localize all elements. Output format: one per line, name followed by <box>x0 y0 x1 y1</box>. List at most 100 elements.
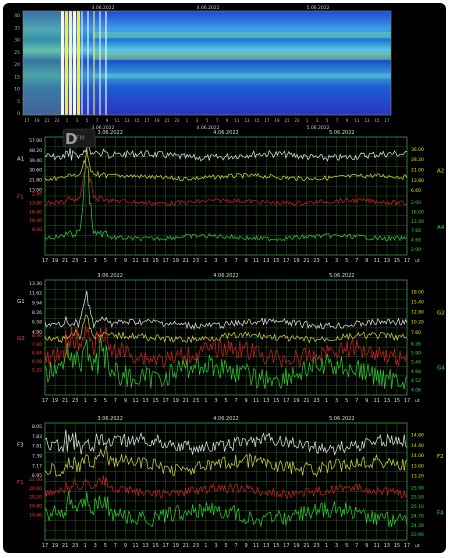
x-tick-label: 11 <box>253 258 259 264</box>
left-tick-red: 13.00 <box>29 200 42 206</box>
left-tick-white: 7.83 <box>32 434 42 440</box>
x-tick-label: 17 <box>404 258 410 264</box>
x-tick-label: 9 <box>365 543 368 549</box>
x-tick-label: 7 <box>355 398 358 404</box>
spectrogram-hour-tick: 13 <box>124 118 130 123</box>
right-tick-yellow: 10.20 <box>411 320 424 326</box>
left-tick-red: 19.40 <box>29 512 42 518</box>
spectrogram-hour-tick: 7 <box>216 118 219 123</box>
left-axis-label-1: G1 <box>17 299 25 305</box>
right-tick-green: 25.50 <box>411 495 424 501</box>
spectrogram-hour-tick: 9 <box>346 118 349 123</box>
x-unit-label: ut <box>415 398 420 404</box>
x-tick-label: 9 <box>124 543 127 549</box>
spectrogram-hour-tick: 1 <box>186 118 189 123</box>
x-tick-label: 3 <box>94 258 97 264</box>
spectrogram-y-tick: 5 <box>17 99 20 105</box>
spectrogram-y-tick: 30 <box>14 38 20 44</box>
spectrogram-hour-tick: 5 <box>206 118 209 123</box>
left-tick-red: 21.00 <box>29 477 42 483</box>
spectrogram-hour-tick: 3 <box>76 118 79 123</box>
x-tick-label: 11 <box>374 398 380 404</box>
right-axis-label-2: A4 <box>437 225 445 231</box>
x-tick-label: 5 <box>345 258 348 264</box>
right-tick-green: 2.00 <box>411 200 421 206</box>
x-tick-label: 15 <box>152 398 158 404</box>
panel-date-label: 5.06.2022 <box>329 416 354 422</box>
left-tick-white: 39.40 <box>29 158 42 164</box>
x-tick-label: 1 <box>204 543 207 549</box>
right-tick-green: 13.40 <box>411 219 424 225</box>
spectrogram-hour-tick: 11 <box>354 118 360 123</box>
left-axis-label-2: G3 <box>17 336 25 342</box>
x-tick-label: 17 <box>42 258 48 264</box>
x-tick-label: 11 <box>253 398 259 404</box>
left-tick-white: 7.39 <box>32 453 42 459</box>
x-tick-label: 21 <box>62 258 68 264</box>
x-tick-label: 13 <box>142 543 148 549</box>
left-tick-red: 19.80 <box>29 503 42 509</box>
left-tick-white: 7.17 <box>32 463 42 469</box>
spectrogram-y-tick: 40 <box>14 13 20 19</box>
x-tick-label: 19 <box>293 398 299 404</box>
spectrogram-hour-tick: 21 <box>284 118 290 123</box>
right-tick-green: 4.98 <box>411 369 421 375</box>
left-tick-white: 21.80 <box>29 178 42 184</box>
left-tick-red: 6.08 <box>32 359 42 365</box>
x-tick-label: 21 <box>303 398 309 404</box>
right-tick-yellow: 14.40 <box>411 443 424 449</box>
x-tick-label: 23 <box>313 258 319 264</box>
spectrogram-burst <box>87 11 89 115</box>
spectrogram-hour-tick: 15 <box>254 118 260 123</box>
right-tick-green: 24.70 <box>411 513 424 519</box>
spectrogram-burst <box>77 11 80 115</box>
left-tick-red: 16.40 <box>29 209 42 215</box>
x-tick-label: 19 <box>173 398 179 404</box>
spectrogram-burst <box>93 11 95 115</box>
spectrogram-hour-tick: 5 <box>86 118 89 123</box>
right-tick-yellow: 18.00 <box>411 290 424 296</box>
x-tick-label: 15 <box>152 258 158 264</box>
x-tick-label: 5 <box>224 543 227 549</box>
spectrogram-hour-tick: 11 <box>234 118 240 123</box>
x-tick-label: 17 <box>404 543 410 549</box>
left-axis-label-1: A1 <box>17 157 24 163</box>
x-tick-label: 3 <box>214 398 217 404</box>
left-axis-label-2: F1 <box>17 480 24 486</box>
left-tick-red: 8.00 <box>32 227 42 233</box>
x-tick-label: 21 <box>303 543 309 549</box>
right-axis-label-2: F4 <box>437 510 444 516</box>
spectrogram-band <box>93 73 391 79</box>
x-tick-label: 1 <box>204 258 207 264</box>
x-unit-label: ut <box>415 543 420 549</box>
x-tick-label: 15 <box>394 543 400 549</box>
spectrogram-hour-tick: 7 <box>96 118 99 123</box>
x-tick-label: 19 <box>52 398 58 404</box>
x-tick-label: 11 <box>132 258 138 264</box>
x-tick-label: 1 <box>204 398 207 404</box>
x-tick-label: 11 <box>374 258 380 264</box>
x-tick-label: 17 <box>283 398 289 404</box>
left-tick-white: 11.62 <box>29 291 42 297</box>
x-tick-label: 19 <box>173 258 179 264</box>
right-tick-green: 24.30 <box>411 523 424 529</box>
x-tick-label: 23 <box>193 398 199 404</box>
left-tick-red: 8.36 <box>32 333 42 339</box>
x-tick-label: 17 <box>162 258 168 264</box>
x-unit-label: ut <box>415 258 420 264</box>
right-tick-yellow: 14.80 <box>411 433 424 439</box>
x-tick-label: 3 <box>335 258 338 264</box>
x-tick-label: 5 <box>224 258 227 264</box>
x-tick-label: 9 <box>245 543 248 549</box>
figure-svg: 40353025201510503.06.2022 4.06.2022 5.06.2… <box>14 5 445 549</box>
left-tick-white: 30.60 <box>29 168 42 174</box>
figure-background: 40 35 30 25 20 15 10 5 0 3.06.2022 4.06.2022 5.06.2… <box>3 3 446 553</box>
left-tick-white: 13.30 <box>29 281 42 287</box>
right-axis-label-1: F2 <box>437 454 444 460</box>
x-tick-label: 7 <box>234 543 237 549</box>
x-tick-label: 13 <box>263 258 269 264</box>
x-tick-label: 5 <box>345 543 348 549</box>
x-tick-label: 21 <box>183 543 189 549</box>
spectrogram-hour-tick: 23 <box>294 118 300 123</box>
x-tick-label: 17 <box>162 398 168 404</box>
